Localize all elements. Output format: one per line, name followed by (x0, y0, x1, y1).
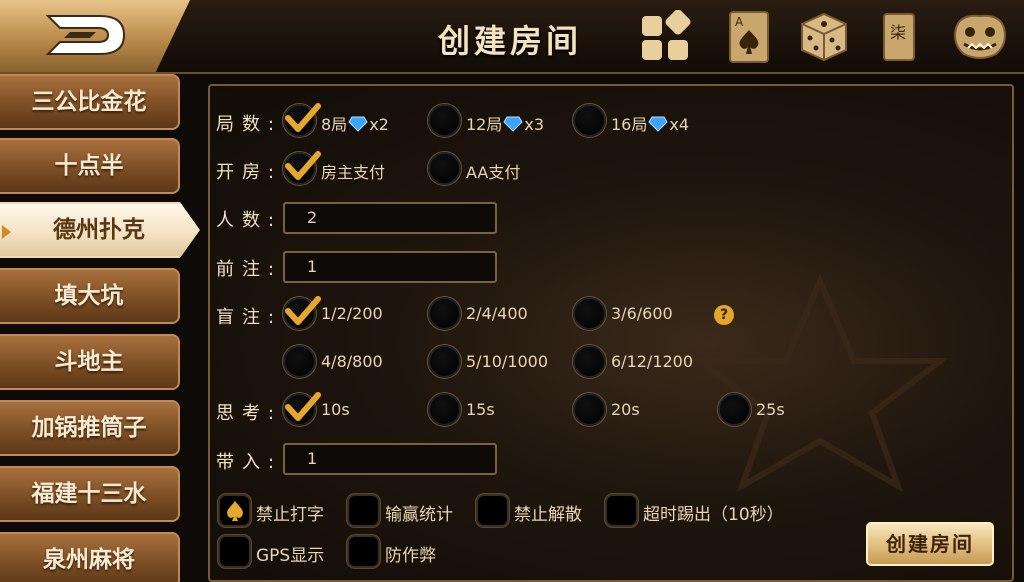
ace-of-spades-card-icon[interactable]: A (722, 10, 778, 64)
room-payment-label: 开房: (216, 162, 283, 183)
check-icon (285, 296, 321, 325)
checkbox-box (605, 494, 638, 527)
option-multiplier: x4 (669, 115, 690, 134)
radio-circle (428, 297, 461, 330)
option-label: 4/8/800 (321, 352, 383, 371)
blinds-label: 盲注: (216, 307, 283, 328)
back-button[interactable] (0, 0, 190, 72)
diamond-icon (503, 116, 524, 132)
toggle-label: 输赢统计 (385, 505, 453, 525)
players-label: 人数: (216, 210, 283, 231)
create-room-button[interactable]: 创建房间 (866, 522, 994, 566)
star-emblem-icon (691, 273, 949, 491)
radio-circle (283, 345, 316, 378)
ante-field[interactable]: 1 (283, 251, 497, 283)
sidebar-item-sangong[interactable]: 三公比金花 (0, 74, 180, 130)
option-label: 3/6/600 (611, 304, 673, 323)
option-label: 房主支付 (321, 163, 386, 182)
players-field[interactable]: 2 (283, 202, 497, 234)
sidebar-item-quanzhou-mahjong[interactable]: 泉州麻将 (0, 532, 180, 582)
toggle-label: 禁止解散 (514, 505, 582, 525)
sidebar-item-texas-holdem[interactable]: 德州扑克 (0, 202, 200, 258)
sidebar-item-tiandakeng[interactable]: 填大坑 (0, 268, 180, 324)
check-icon (285, 103, 321, 132)
radio-circle (428, 393, 461, 426)
radio-circle (428, 345, 461, 378)
radio-circle (573, 393, 606, 426)
buyin-field[interactable]: 1 (283, 443, 497, 475)
radio-circle (573, 297, 606, 330)
back-logo-icon (45, 15, 126, 55)
toggle-label: 禁止打字 (256, 505, 324, 525)
spade-check-icon (227, 501, 243, 521)
diamond-icon (648, 116, 669, 132)
diamond-icon (348, 116, 368, 132)
grid-blocks-icon[interactable] (638, 9, 694, 64)
blinds-help-icon[interactable]: ? (714, 305, 734, 325)
mahjong-tile-char: 柒 (890, 23, 906, 42)
option-label: 2/4/400 (466, 304, 528, 323)
active-arrow-icon (2, 225, 11, 239)
radio-circle (573, 345, 606, 378)
option-multiplier: x3 (524, 115, 545, 134)
radio-circle (428, 104, 461, 137)
option-label: 5/10/1000 (466, 352, 549, 371)
sidebar-item-label: 德州扑克 (53, 217, 145, 243)
dice-icon[interactable] (796, 10, 852, 64)
option-label: 1/2/200 (321, 304, 383, 323)
radio-circle (428, 152, 461, 185)
option-label: 6/12/1200 (611, 352, 694, 371)
option-label: AA支付 (466, 163, 521, 182)
mahjong-tile-icon[interactable]: 柒 (872, 10, 928, 64)
radio-circle (718, 393, 751, 426)
game-sidebar: 三公比金花 十点半 德州扑克 填大坑 斗地主 加锅推筒子 福建十三水 泉州麻将 (0, 74, 200, 582)
sidebar-item-shidianban[interactable]: 十点半 (0, 138, 180, 194)
checkbox-box (476, 494, 509, 527)
option-label: 8局 (321, 115, 348, 134)
checkbox-box (218, 535, 251, 568)
check-icon (285, 392, 321, 421)
option-multiplier: x2 (369, 115, 389, 134)
top-bar: 创建房间 A 柒 (0, 0, 1024, 74)
option-label: 10s (321, 400, 350, 419)
option-label: 12局 (466, 115, 503, 134)
ante-label: 前注: (216, 259, 283, 280)
toggle-label: GPS显示 (256, 546, 325, 566)
sidebar-item-doudizhu[interactable]: 斗地主 (0, 334, 180, 390)
option-label: 15s (466, 400, 495, 419)
option-label: 16局 (611, 115, 648, 134)
lion-mask-icon[interactable] (950, 10, 1006, 64)
toggle-label: 超时踢出（10秒） (643, 505, 784, 525)
card-rank-label: A (735, 15, 744, 29)
sidebar-item-jiaguo[interactable]: 加锅推筒子 (0, 400, 180, 456)
checkbox-box (347, 535, 380, 568)
option-label: 25s (756, 400, 785, 419)
radio-circle (573, 104, 606, 137)
buyin-label: 带入: (216, 452, 283, 473)
toggle-label: 防作弊 (385, 546, 436, 566)
option-label: 20s (611, 400, 640, 419)
sidebar-item-shisanshui[interactable]: 福建十三水 (0, 466, 180, 522)
page-title: 创建房间 (437, 22, 582, 60)
think-time-label: 思考: (216, 403, 283, 424)
check-icon (285, 151, 321, 180)
checkbox-box (347, 494, 380, 527)
rounds-label: 局数: (216, 114, 283, 135)
